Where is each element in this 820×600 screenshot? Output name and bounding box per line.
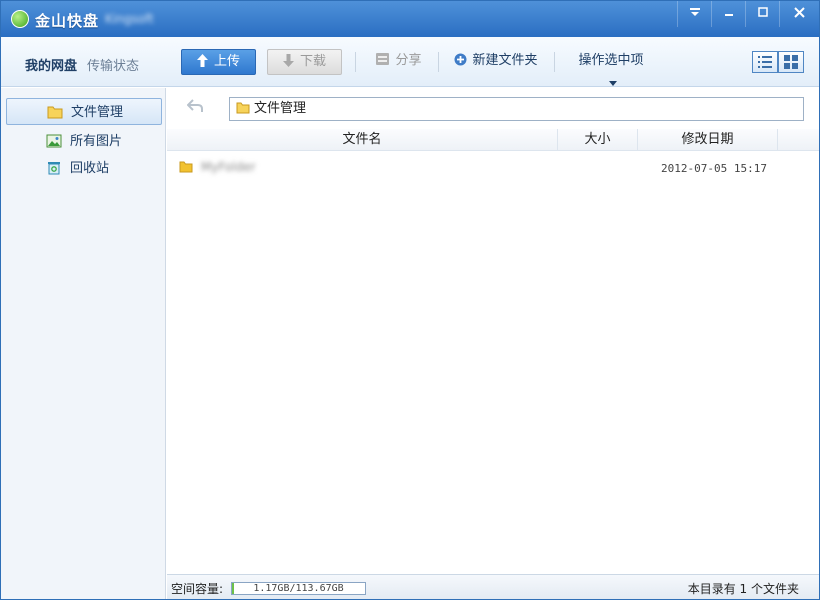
app-logo-icon — [11, 10, 29, 28]
folder-icon — [179, 161, 193, 173]
app-title: 金山快盘 — [35, 12, 100, 30]
list-view-button[interactable] — [752, 51, 778, 73]
maximize-icon — [757, 7, 768, 17]
minimize-button[interactable] — [711, 1, 745, 27]
sidebar-item-file-management[interactable]: 文件管理 — [6, 98, 162, 125]
upload-button[interactable]: 上传 — [181, 49, 256, 75]
file-modified-date: 2012-07-05 15:17 — [661, 162, 767, 175]
sidebar-item-all-pictures[interactable]: 所有图片 — [6, 128, 162, 155]
address-bar[interactable]: 文件管理 — [229, 97, 804, 121]
folder-icon — [47, 106, 63, 119]
arrow-up-icon — [196, 54, 208, 67]
toolbar-divider — [355, 52, 356, 72]
menu-dropdown-icon — [689, 8, 700, 16]
new-folder-button[interactable]: 新建文件夹 — [453, 49, 539, 75]
share-label: 分享 — [395, 53, 422, 68]
minimize-icon — [724, 14, 733, 16]
file-list: MyFolder 2012-07-05 15:17 — [167, 152, 819, 574]
close-button[interactable] — [779, 1, 819, 27]
download-label: 下载 — [299, 54, 326, 69]
column-header-name[interactable]: 文件名 — [167, 129, 558, 151]
arrow-down-icon — [282, 54, 294, 67]
thumbnail-view-button[interactable] — [778, 51, 804, 73]
recycle-bin-icon — [48, 162, 60, 175]
toolbar-divider — [438, 52, 439, 72]
sidebar-item-label: 回收站 — [70, 161, 110, 176]
share-icon — [376, 53, 390, 65]
back-arrow-icon — [186, 99, 203, 112]
column-header: 文件名 大小 修改日期 — [167, 129, 819, 151]
toolbar: 我的网盘 传输状态 上传 下载 分享 新建文件夹 操作选中项 — [1, 37, 819, 87]
app-window: 金山快盘 Kingsoft 我的网盘 传输状态 上传 下载 分享 新建文件夹 操… — [0, 0, 820, 600]
toolbar-divider — [554, 52, 555, 72]
address-area: 文件管理 — [167, 88, 819, 128]
new-folder-label: 新建文件夹 — [472, 53, 538, 68]
tab-transfer-status[interactable]: 传输状态 — [87, 55, 139, 74]
selection-ops-dropdown[interactable]: 操作选中项 — [571, 49, 651, 86]
space-label: 空间容量: — [171, 582, 224, 596]
username: Kingsoft — [105, 12, 154, 26]
share-button[interactable]: 分享 — [371, 49, 426, 75]
space-usage-text: 1.17GB/113.67GB — [253, 583, 344, 594]
close-icon — [794, 7, 805, 18]
upload-label: 上传 — [213, 54, 240, 69]
table-row[interactable]: MyFolder 2012-07-05 15:17 — [167, 157, 819, 179]
column-header-modified[interactable]: 修改日期 — [638, 129, 778, 151]
plus-circle-icon — [454, 53, 467, 66]
title-bar[interactable]: 金山快盘 Kingsoft — [1, 1, 819, 37]
file-name: MyFolder — [201, 160, 256, 174]
list-view-icon — [758, 56, 772, 68]
download-button[interactable]: 下载 — [267, 49, 342, 75]
directory-count: 本目录有 1 个文件夹 — [687, 582, 799, 596]
grid-view-icon — [784, 55, 798, 69]
sidebar-item-label: 所有图片 — [70, 134, 123, 149]
maximize-button[interactable] — [745, 1, 779, 27]
picture-icon — [46, 134, 62, 148]
menu-dropdown-button[interactable] — [677, 1, 711, 27]
sidebar-item-recycle-bin[interactable]: 回收站 — [6, 155, 162, 182]
status-bar: 空间容量: 1.17GB/113.67GB 本目录有 1 个文件夹 — [167, 574, 819, 599]
selection-ops-label: 操作选中项 — [578, 53, 644, 68]
address-path: 文件管理 — [254, 101, 307, 116]
space-progress-fill — [232, 583, 234, 594]
sidebar: 文件管理 所有图片 回收站 — [1, 88, 166, 599]
space-progress-bar: 1.17GB/113.67GB — [231, 582, 366, 595]
column-header-size[interactable]: 大小 — [558, 129, 638, 151]
sidebar-item-label: 文件管理 — [71, 105, 124, 120]
chevron-down-icon — [609, 81, 617, 86]
back-button[interactable] — [186, 98, 203, 118]
tab-my-disk[interactable]: 我的网盘 — [25, 55, 77, 74]
folder-icon — [236, 102, 250, 114]
